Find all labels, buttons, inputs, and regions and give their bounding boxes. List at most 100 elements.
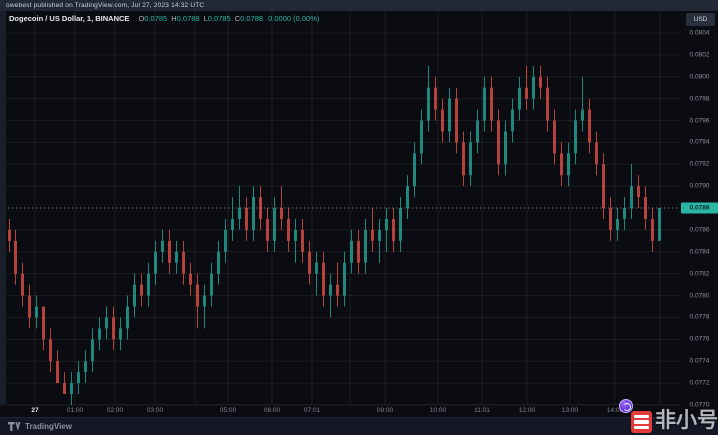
candle — [245, 197, 248, 241]
price-axis-label: 0.0782 — [681, 270, 718, 277]
candle — [252, 186, 255, 241]
time-axis-label: 27 — [31, 407, 38, 414]
candle — [154, 241, 157, 285]
last-price-label: 0.0788 — [681, 203, 718, 214]
candle — [490, 77, 493, 132]
attribution-bar: owebest published on TradingView.com, Ju… — [0, 0, 718, 11]
feixiaohao-logo-icon — [631, 411, 652, 433]
candle — [287, 208, 290, 252]
price-axis[interactable]: 0.0788 0.08040.08020.08000.07980.07960.0… — [681, 11, 718, 404]
candlestick-chart[interactable] — [0, 0, 718, 434]
candle — [525, 66, 528, 110]
candle — [294, 219, 297, 263]
candle — [413, 142, 416, 197]
candle — [651, 208, 654, 252]
candle — [532, 66, 535, 110]
candle — [196, 274, 199, 329]
candle — [266, 208, 269, 252]
candle — [8, 219, 11, 252]
candle — [217, 241, 220, 285]
time-axis-label: 05:00 — [220, 407, 236, 414]
time-axis-label: 03:00 — [147, 407, 163, 414]
low-value: 0.0785 — [208, 14, 231, 23]
candle — [77, 361, 80, 394]
candle — [14, 230, 17, 285]
watermark: 非小号 — [631, 409, 718, 433]
candle — [28, 285, 31, 329]
price-axis-label: 0.0790 — [681, 183, 718, 190]
candle — [434, 77, 437, 121]
time-axis-label: 13:00 — [562, 407, 578, 414]
price-axis-label: 0.0780 — [681, 292, 718, 299]
price-axis-label: 0.0778 — [681, 314, 718, 321]
candle — [378, 219, 381, 263]
candle — [301, 219, 304, 263]
tradingview-logo-icon — [8, 422, 21, 431]
candle — [595, 131, 598, 175]
candle — [210, 263, 213, 307]
price-axis-label: 0.0786 — [681, 226, 718, 233]
price-axis-label: 0.0784 — [681, 248, 718, 255]
candle — [623, 197, 626, 230]
candle — [49, 328, 52, 372]
price-axis-label: 0.0794 — [681, 139, 718, 146]
candle — [504, 121, 507, 176]
price-axis-label: 0.0792 — [681, 161, 718, 168]
candle — [231, 197, 234, 241]
candle — [637, 175, 640, 208]
candle — [119, 317, 122, 350]
candle — [161, 230, 164, 263]
tradingview-logo[interactable]: TradingView — [8, 422, 72, 431]
candle — [336, 263, 339, 307]
candle — [581, 77, 584, 132]
candle — [98, 317, 101, 350]
candle — [357, 230, 360, 274]
candle — [399, 197, 402, 252]
chart-window: owebest published on TradingView.com, Ju… — [0, 0, 718, 434]
change-value: 0.0000 (0.00%) — [268, 14, 319, 23]
candle — [133, 274, 136, 318]
tradingview-wordmark: TradingView — [25, 422, 72, 431]
candle — [189, 263, 192, 296]
candle — [105, 307, 108, 340]
candle — [609, 197, 612, 241]
watermark-text: 非小号 — [655, 409, 718, 433]
candle — [329, 274, 332, 318]
candle — [147, 263, 150, 307]
candle — [70, 372, 73, 405]
high-value: 0.0788 — [177, 14, 200, 23]
candle — [420, 110, 423, 165]
price-axis-label: 0.0772 — [681, 380, 718, 387]
candle — [63, 372, 66, 394]
time-axis[interactable]: 2701:0002:0003:0005:0006:0007:0109:0010:… — [0, 404, 680, 418]
candle — [602, 153, 605, 219]
symbol-title[interactable]: Dogecoin / US Dollar, 1, BINANCE — [9, 14, 129, 23]
time-axis-label: 12:00 — [519, 407, 535, 414]
price-axis-label: 0.0800 — [681, 73, 718, 80]
candle — [616, 208, 619, 241]
time-axis-label: 07:01 — [304, 407, 320, 414]
candle — [392, 208, 395, 252]
candle — [462, 131, 465, 186]
candle — [406, 175, 409, 219]
candle — [539, 66, 542, 99]
price-axis-label: 0.0776 — [681, 336, 718, 343]
symbol-legend: Dogecoin / US Dollar, 1, BINANCEO0.0785H… — [9, 14, 319, 23]
candle — [308, 241, 311, 285]
purple-coin-icon — [619, 399, 633, 413]
time-axis-label: 10:00 — [430, 407, 446, 414]
candle — [441, 99, 444, 143]
price-axis-label: 0.0774 — [681, 358, 718, 365]
candlesticks — [8, 66, 661, 405]
candle — [448, 88, 451, 143]
candle — [553, 110, 556, 165]
candle — [658, 208, 661, 241]
candle — [140, 274, 143, 307]
price-axis-label: 0.0796 — [681, 117, 718, 124]
candle — [224, 219, 227, 263]
candle — [91, 328, 94, 372]
candle — [168, 230, 171, 274]
candle — [511, 99, 514, 143]
candle — [21, 263, 24, 307]
currency-toggle-button[interactable]: USD — [686, 13, 715, 26]
